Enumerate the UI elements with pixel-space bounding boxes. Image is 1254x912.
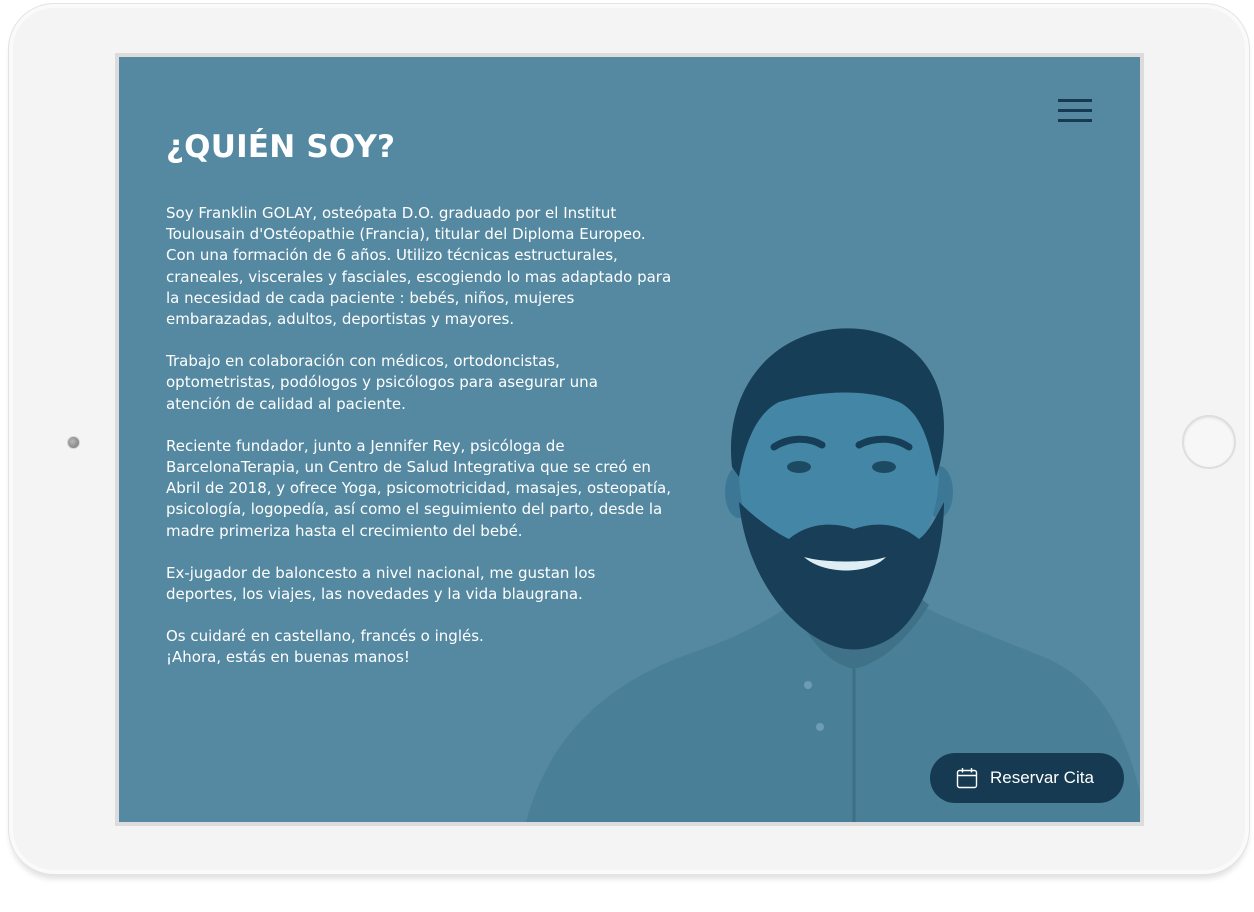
front-camera xyxy=(67,436,80,449)
portrait-button xyxy=(804,681,812,689)
bio-line: la necesidad de cada paciente : bebés, n… xyxy=(166,288,575,307)
bio-line: Toulousain d'Ostéopathie (Francia), titu… xyxy=(166,225,646,244)
page-title: ¿QUIÉN SOY? xyxy=(166,129,396,165)
home-button[interactable] xyxy=(1182,415,1236,469)
screen: ¿QUIÉN SOY? Soy Franklin GOLAY, osteópat… xyxy=(115,53,1144,826)
menu-bar xyxy=(1058,99,1092,102)
menu-bar xyxy=(1058,119,1092,122)
reserve-appointment-button[interactable]: Reservar Cita xyxy=(930,753,1124,803)
bio-line: craneales, viscerales y fasciales, escog… xyxy=(166,267,672,286)
hamburger-menu-icon[interactable] xyxy=(1058,97,1094,125)
bio-line: Soy Franklin GOLAY, osteópata D.O. gradu… xyxy=(166,204,617,222)
portrait-button xyxy=(816,723,824,731)
reserve-button-label: Reservar Cita xyxy=(990,768,1094,787)
bio-paragraph: Soy Franklin GOLAY, osteópata D.O. gradu… xyxy=(166,203,696,330)
menu-bar xyxy=(1058,109,1092,112)
portrait-photo xyxy=(526,328,1140,822)
portrait-eye xyxy=(872,461,896,473)
calendar-icon xyxy=(956,768,978,789)
portrait-eye xyxy=(787,461,811,473)
bio-line: Con una formación de 6 años. Utilizo téc… xyxy=(166,246,618,265)
